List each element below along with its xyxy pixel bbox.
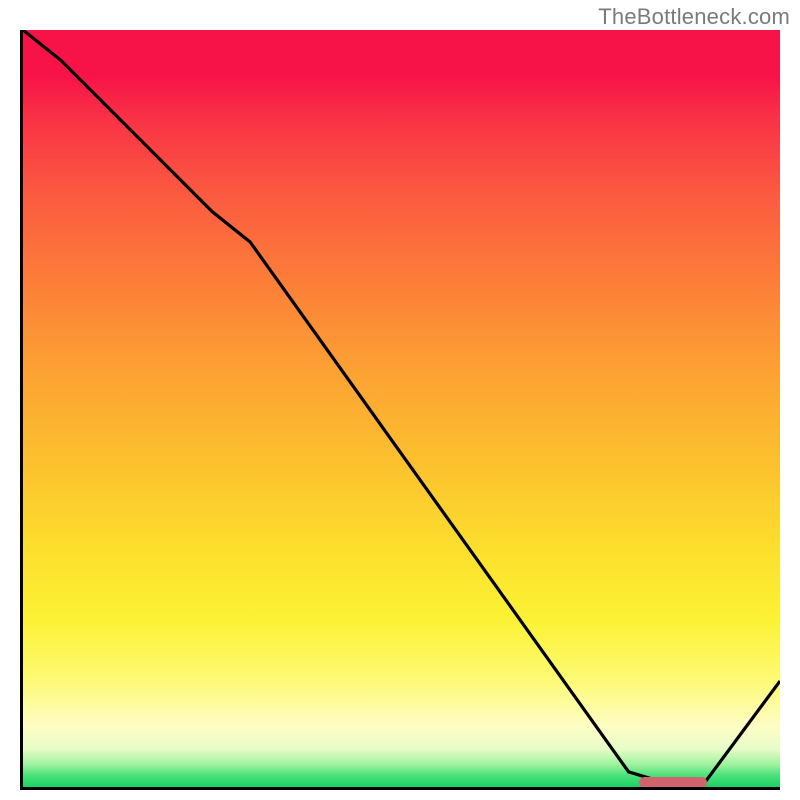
curve-path [23, 30, 780, 783]
bottleneck-curve [23, 30, 780, 787]
attribution-text: TheBottleneck.com [598, 4, 790, 30]
optimal-range-marker [639, 777, 707, 788]
chart-container: TheBottleneck.com [0, 0, 800, 800]
plot-area [20, 30, 780, 790]
